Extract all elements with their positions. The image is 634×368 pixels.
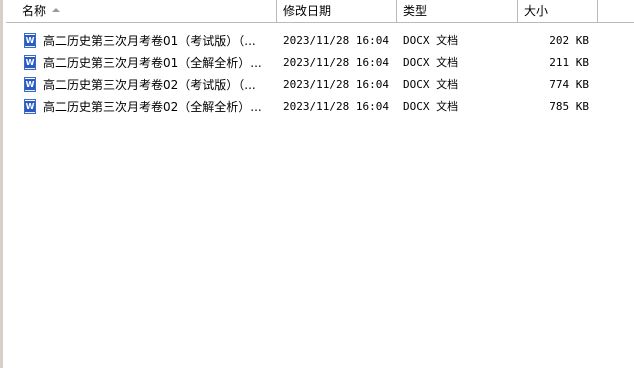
file-size: 202 KB (549, 34, 589, 47)
file-row[interactable]: 高二历史第三次月考卷01（考试版）（... 2023/11/28 16:04 D… (6, 30, 634, 52)
column-header-type-label: 类型 (403, 4, 428, 18)
column-header-type[interactable]: 类型 (397, 0, 518, 22)
file-type: DOCX 文档 (403, 56, 459, 69)
word-doc-icon (24, 33, 36, 48)
sort-ascending-icon (52, 7, 61, 12)
column-header-name[interactable]: 名称 (6, 0, 277, 22)
word-doc-icon (24, 99, 36, 114)
column-header-size-label: 大小 (524, 4, 549, 18)
column-header-date[interactable]: 修改日期 (277, 0, 397, 22)
file-date: 2023/11/28 16:04 (283, 56, 389, 69)
file-type: DOCX 文档 (403, 100, 459, 113)
file-size: 211 KB (549, 56, 589, 69)
file-date: 2023/11/28 16:04 (283, 78, 389, 91)
file-row[interactable]: 高二历史第三次月考卷01（全解全析）... 2023/11/28 16:04 D… (6, 52, 634, 74)
file-size: 785 KB (549, 100, 589, 113)
file-list-view: 名称 修改日期 类型 大小 高二历史第三次月考卷01（考试版）（... 2023… (0, 0, 634, 368)
file-type: DOCX 文档 (403, 34, 459, 47)
file-date: 2023/11/28 16:04 (283, 100, 389, 113)
file-rows: 高二历史第三次月考卷01（考试版）（... 2023/11/28 16:04 D… (6, 30, 634, 118)
column-header-name-label: 名称 (22, 4, 47, 18)
file-row[interactable]: 高二历史第三次月考卷02（全解全析）... 2023/11/28 16:04 D… (6, 96, 634, 118)
file-size: 774 KB (549, 78, 589, 91)
column-header-date-label: 修改日期 (283, 4, 332, 18)
file-type: DOCX 文档 (403, 78, 459, 91)
file-row[interactable]: 高二历史第三次月考卷02（考试版）（... 2023/11/28 16:04 D… (6, 74, 634, 96)
column-header-bar: 名称 修改日期 类型 大小 (6, 0, 634, 23)
file-name: 高二历史第三次月考卷01（考试版）（... (43, 34, 256, 48)
column-header-size[interactable]: 大小 (518, 0, 598, 22)
file-name: 高二历史第三次月考卷02（全解全析）... (43, 100, 262, 114)
word-doc-icon (24, 55, 36, 70)
file-name: 高二历史第三次月考卷01（全解全析）... (43, 56, 262, 70)
file-date: 2023/11/28 16:04 (283, 34, 389, 47)
file-name: 高二历史第三次月考卷02（考试版）（... (43, 78, 256, 92)
word-doc-icon (24, 77, 36, 92)
